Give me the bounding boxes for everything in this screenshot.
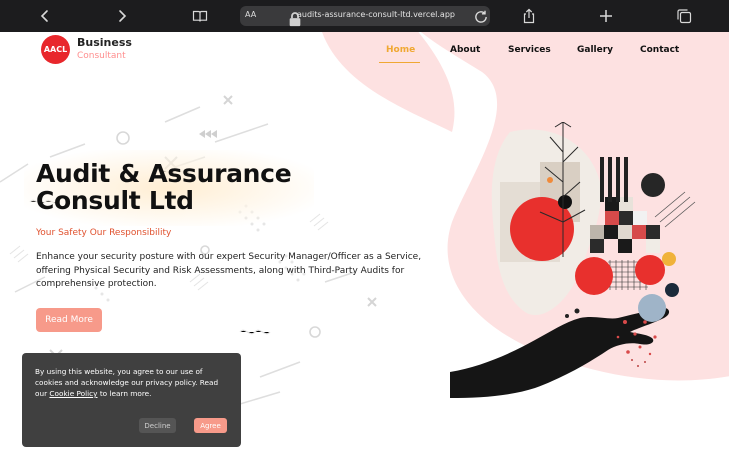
nav-active-indicator: [379, 62, 420, 63]
nav-gallery[interactable]: Gallery: [577, 45, 613, 55]
cookie-policy-link[interactable]: Cookie Policy: [49, 389, 97, 398]
reader-icon[interactable]: [192, 8, 208, 24]
back-icon[interactable]: [37, 8, 53, 24]
text-size-button[interactable]: AA: [245, 10, 256, 19]
nav-contact[interactable]: Contact: [640, 45, 679, 55]
reload-icon[interactable]: [473, 9, 487, 23]
tabs-icon[interactable]: [676, 8, 692, 24]
hero-title-line1: Audit & Assurance: [36, 159, 292, 188]
agree-button[interactable]: Agree: [194, 418, 227, 433]
brand-subtitle: Consultant: [77, 51, 126, 61]
lock-icon: [287, 11, 301, 27]
brand-name: Business: [77, 36, 132, 49]
read-more-button[interactable]: Read More: [36, 308, 102, 332]
cookie-message: By using this website, you agree to our …: [35, 366, 230, 399]
hero-tagline: Your Safety Our Responsibility: [36, 228, 172, 238]
nav-about[interactable]: About: [450, 45, 480, 55]
forward-icon[interactable]: [114, 8, 130, 24]
logo[interactable]: AACL: [41, 35, 70, 64]
address-bar[interactable]: AA audits-assurance-consult-ltd.vercel.a…: [240, 6, 490, 27]
browser-toolbar: AA audits-assurance-consult-ltd.vercel.a…: [0, 0, 729, 32]
url-text: audits-assurance-consult-ltd.vercel.app: [297, 10, 455, 19]
share-icon[interactable]: [521, 8, 537, 24]
hero-illustration: [450, 122, 696, 398]
decline-button[interactable]: Decline: [139, 418, 176, 433]
hero-description: Enhance your security posture with our e…: [36, 252, 422, 289]
hero-title: Audit & Assurance Consult Ltd: [36, 159, 292, 215]
cookie-banner: By using this website, you agree to our …: [22, 353, 241, 447]
hero-title-line2: Consult Ltd: [36, 186, 194, 215]
new-tab-icon[interactable]: [598, 8, 614, 24]
nav-home[interactable]: Home: [386, 45, 415, 55]
page: AACL Business Consultant Home About Serv…: [0, 32, 729, 456]
cookie-text-after: to learn more.: [97, 389, 152, 398]
nav-services[interactable]: Services: [508, 45, 551, 55]
